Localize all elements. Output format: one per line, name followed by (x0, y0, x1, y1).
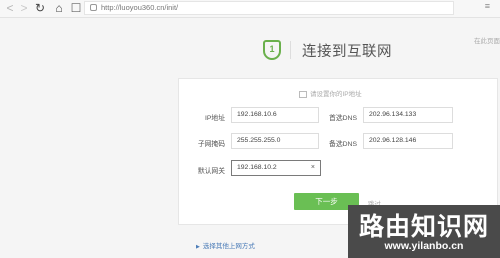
message-icon (299, 90, 307, 98)
triangle-right-icon: ▶ (196, 244, 200, 250)
step-number: 1 (269, 44, 275, 54)
arrow-left-icon[interactable]: < (3, 1, 17, 15)
shield-icon: 1 (263, 40, 281, 60)
primary-dns-label: 首选DNS (329, 115, 357, 122)
subnet-field[interactable]: 255.255.255.0 (231, 133, 319, 149)
gateway-field[interactable]: 192.168.10.2 × (231, 160, 321, 176)
secondary-dns-label: 备选DNS (329, 141, 357, 148)
hint-text: 请设置你的IP地址 (299, 88, 362, 98)
home-icon[interactable]: ⌂ (52, 1, 66, 15)
browser-toolbar: < > ↻ ⌂ ☐ http://luoyou360.cn/init/ ≡ (0, 0, 500, 18)
watermark-url: www.yilanbo.cn (384, 240, 464, 252)
gateway-label: 默认网关 (197, 168, 225, 175)
page-title: 连接到互联网 (302, 44, 392, 60)
gateway-value: 192.168.10.2 (237, 164, 277, 171)
page-icon (90, 4, 97, 11)
bookmark-icon[interactable]: ☐ (69, 1, 83, 15)
arrow-right-icon[interactable]: > (17, 1, 31, 15)
other-method-link[interactable]: ▶ 选择其他上网方式 (196, 240, 255, 250)
menu-icon[interactable]: ≡ (485, 1, 490, 11)
reload-icon[interactable]: ↻ (33, 1, 47, 15)
address-bar[interactable]: http://luoyou360.cn/init/ (84, 1, 454, 15)
hint-label: 请设置你的IP地址 (310, 91, 362, 98)
watermark: 路由知识网 www.yilanbo.cn (348, 205, 500, 258)
clear-icon[interactable]: × (311, 161, 315, 175)
ip-field[interactable]: 192.168.10.6 (231, 107, 319, 123)
url-text: http://luoyou360.cn/init/ (101, 3, 179, 12)
header-divider (290, 41, 291, 59)
secondary-dns-field[interactable]: 202.96.128.146 (363, 133, 453, 149)
subnet-label: 子网掩码 (197, 141, 225, 148)
header-link[interactable]: 在此页面 (474, 35, 500, 45)
ip-label: IP地址 (204, 115, 225, 122)
other-method-label: 选择其他上网方式 (202, 243, 255, 250)
watermark-name: 路由知识网 (358, 213, 489, 241)
primary-dns-field[interactable]: 202.96.134.133 (363, 107, 453, 123)
